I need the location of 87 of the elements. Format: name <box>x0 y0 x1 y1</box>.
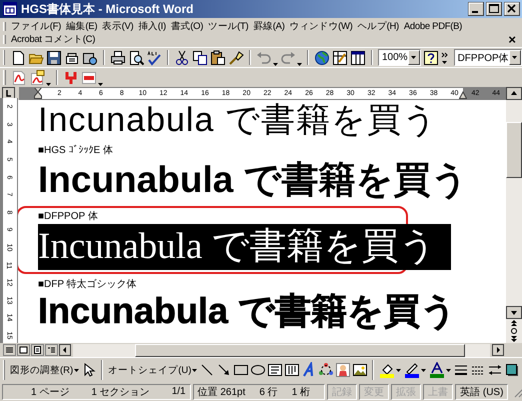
font-label: ■HGS ｺﾞｼｯｸE 体 <box>38 144 113 158</box>
caret-icon[interactable] <box>273 62 278 66</box>
draw-table-icon[interactable] <box>332 50 348 66</box>
paste-icon[interactable] <box>210 50 226 66</box>
autoshapes-button[interactable]: オートシェイプ(U) <box>107 364 198 376</box>
oval-icon[interactable] <box>250 362 266 378</box>
diagram-icon[interactable] <box>318 362 334 378</box>
horizontal-scrollbar[interactable] <box>73 344 490 356</box>
status-text: 位置 261pt <box>198 386 246 398</box>
overflow-chevron-icon[interactable] <box>440 50 448 64</box>
font-label: ■DFPPOP 体 <box>38 210 98 224</box>
pdf-settings-icon[interactable] <box>81 70 97 86</box>
vertical-scrollbar[interactable] <box>506 100 522 343</box>
sample-text: Incunabula で書籍を買う <box>38 224 451 270</box>
scroll-thumb[interactable] <box>135 344 465 356</box>
toolbar-title: Acrobat コメント(C) <box>10 33 96 46</box>
minimize-button[interactable] <box>468 2 484 16</box>
spelling-icon[interactable] <box>146 50 162 66</box>
print-layout-icon[interactable] <box>31 344 44 356</box>
tab-selector-icon[interactable] <box>2 87 15 100</box>
text-box-icon[interactable] <box>267 362 284 378</box>
scroll-left-icon[interactable] <box>59 344 71 356</box>
clip-art-icon[interactable] <box>335 362 352 378</box>
document-icon <box>2 1 18 17</box>
caret-icon[interactable] <box>446 368 452 372</box>
globe-icon[interactable] <box>314 50 330 66</box>
menu-item[interactable]: ファイル(F) <box>9 20 64 33</box>
scroll-down-icon[interactable] <box>506 306 522 319</box>
menu-item[interactable]: Adobe PDF(B) <box>402 21 464 32</box>
dropdown-icon[interactable] <box>411 56 416 59</box>
outline-view-icon[interactable] <box>45 344 58 356</box>
arrow-style-icon[interactable] <box>487 362 504 378</box>
caret-icon[interactable] <box>421 368 426 372</box>
status-text: 6 行 <box>259 386 278 398</box>
sample-text: Incunabula で書籍を買う <box>38 292 458 330</box>
scroll-up-icon[interactable] <box>506 87 522 100</box>
caret-icon[interactable] <box>297 62 302 66</box>
menu-item[interactable]: ツール(T) <box>206 20 250 33</box>
status-text: 1/1 <box>172 386 186 397</box>
menu-item[interactable]: 罫線(A) <box>251 20 287 33</box>
menu-item[interactable]: ヘルプ(H) <box>355 20 401 33</box>
save-icon[interactable] <box>46 50 62 66</box>
menu-item[interactable]: 挿入(I) <box>136 20 168 33</box>
maximize-button[interactable] <box>486 2 502 16</box>
menu-item[interactable]: 表示(V) <box>100 20 136 33</box>
font-field[interactable]: DFPPOP体 <box>454 49 522 66</box>
font-color-icon[interactable] <box>429 362 446 378</box>
status-text: 1 セクション <box>91 386 150 398</box>
pdf-icon[interactable] <box>11 70 27 86</box>
picture-icon[interactable] <box>352 362 368 378</box>
rectangle-icon[interactable] <box>233 362 250 378</box>
normal-view-icon[interactable] <box>3 344 16 356</box>
draw-menu-button[interactable]: 図形の調整(R) <box>9 364 80 376</box>
line-color-icon[interactable] <box>404 362 420 378</box>
pdf-comment-icon[interactable] <box>29 70 45 86</box>
caret-icon[interactable] <box>396 368 402 372</box>
scroll-thumb[interactable] <box>506 122 522 178</box>
zoom-field[interactable]: 100% <box>378 49 421 66</box>
cut-icon[interactable] <box>174 50 190 66</box>
font-label: ■DFP 特太ゴシック体 <box>38 278 137 292</box>
shadow-style-icon[interactable] <box>504 362 520 378</box>
sample-text: Incunabula で書籍を買う <box>38 100 438 140</box>
web-view-icon[interactable] <box>17 344 30 356</box>
print-icon[interactable] <box>110 50 126 66</box>
scroll-right-icon[interactable] <box>492 344 504 356</box>
status-text: 英語 (US) <box>460 386 504 398</box>
status-text: 1 桁 <box>292 386 310 398</box>
print-preview-icon[interactable] <box>128 50 144 66</box>
close-button[interactable]: × <box>502 32 522 47</box>
window-title: HGS書体見本 - Microsoft Word <box>21 0 194 18</box>
menu-item[interactable]: ウィンドウ(W) <box>288 20 354 33</box>
menu-item[interactable]: 編集(E) <box>64 20 100 33</box>
indent-marker-icon[interactable] <box>34 88 42 99</box>
vertical-text-box-icon[interactable] <box>284 362 300 378</box>
caret-icon[interactable] <box>192 368 198 372</box>
help-icon[interactable] <box>422 50 439 66</box>
menu-item[interactable]: 書式(O) <box>168 20 206 33</box>
columns-icon[interactable] <box>350 50 366 66</box>
dropdown-icon[interactable] <box>512 56 518 59</box>
sample-text: Incunabula で書籍を買う <box>38 158 469 202</box>
close-button[interactable] <box>504 2 520 16</box>
copy-icon[interactable] <box>192 50 208 66</box>
fill-color-icon[interactable] <box>379 362 396 378</box>
caret-icon[interactable] <box>74 368 80 372</box>
status-text: 1 ページ <box>31 386 70 398</box>
new-document-icon[interactable] <box>10 50 26 66</box>
format-painter-icon[interactable] <box>228 50 244 66</box>
